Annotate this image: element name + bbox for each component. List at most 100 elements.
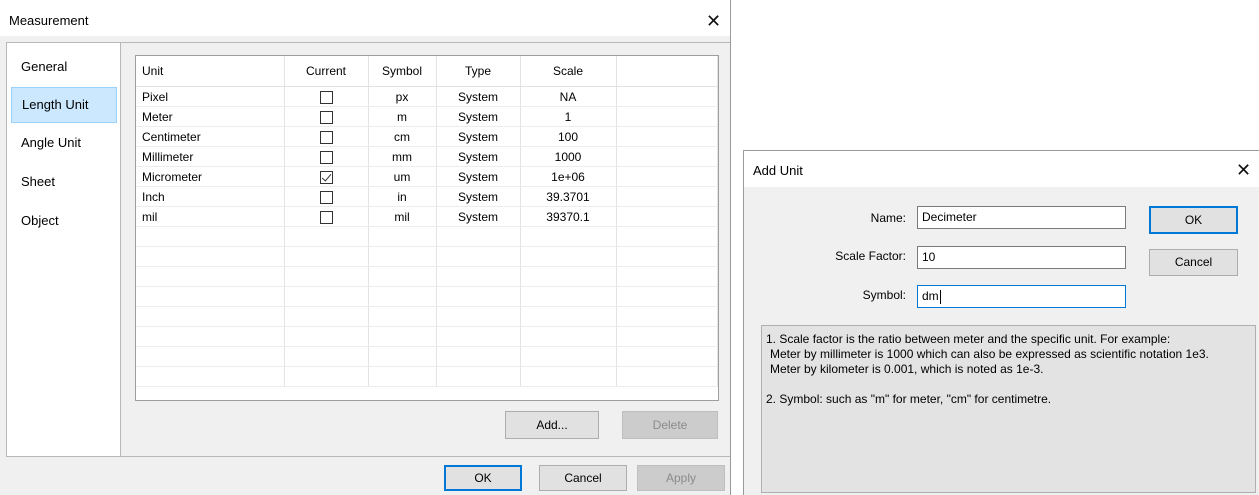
current-cell [284,86,369,107]
sidebar-item-label: General [21,59,68,74]
scale-cell: 1 [520,106,617,127]
empty-cell [520,326,617,347]
table-row[interactable] [136,226,718,247]
scale-cell: 39.3701 [520,186,617,207]
table-row[interactable] [136,346,718,367]
sidebar-item-length-unit[interactable]: Length Unit [11,87,117,123]
table-row[interactable]: Meter m System 1 [136,106,718,127]
scale-cell: 100 [520,126,617,147]
close-icon[interactable]: ✕ [706,12,721,30]
add-unit-button[interactable]: Add... [505,411,599,439]
table-row[interactable]: mil mil System 39370.1 [136,206,718,227]
empty-cell [136,246,285,267]
scale-cell: 1000 [520,146,617,167]
table-row[interactable]: Millimeter mm System 1000 [136,146,718,167]
current-checkbox[interactable] [319,210,333,224]
current-checkbox[interactable] [319,170,333,184]
empty-cell [436,226,521,247]
close-icon[interactable]: ✕ [1236,161,1251,179]
table-row[interactable]: Pixel px System NA [136,86,718,107]
unit-cell: Pixel [136,86,285,107]
empty-cell [284,326,369,347]
column-header-type[interactable]: Type [436,56,521,87]
name-field-value: Decimeter [922,210,977,224]
cancel-button[interactable]: Cancel [539,465,627,491]
empty-cell [284,226,369,247]
ok-button[interactable]: OK [444,465,522,491]
add-unit-title: Add Unit [753,163,803,178]
empty-cell [436,306,521,327]
table-row[interactable]: Micrometer um System 1e+06 [136,166,718,187]
current-checkbox[interactable] [319,90,333,104]
empty-cell [284,266,369,287]
column-header-unit[interactable]: Unit [136,56,285,87]
category-sidebar: General Length Unit Angle Unit Sheet Obj… [6,42,121,457]
sidebar-item-angle-unit[interactable]: Angle Unit [11,125,117,161]
type-cell: System [436,126,521,147]
filler-cell [616,166,718,187]
column-header-scale[interactable]: Scale [520,56,617,87]
add-unit-cancel-button[interactable]: Cancel [1149,249,1238,276]
empty-cell [436,266,521,287]
empty-cell [616,266,718,287]
symbol-cell: px [368,86,437,107]
scale-factor-label: Scale Factor: [835,249,906,263]
filler-cell [616,186,718,207]
text-caret [939,289,941,304]
scale-cell: 39370.1 [520,206,617,227]
empty-cell [136,366,285,387]
empty-cell [520,306,617,327]
sidebar-item-general[interactable]: General [11,49,117,85]
empty-cell [136,286,285,307]
empty-cell [284,286,369,307]
unit-cell: mil [136,206,285,227]
current-checkbox[interactable] [319,130,333,144]
table-row[interactable] [136,326,718,347]
table-row[interactable] [136,246,718,267]
table-row[interactable] [136,266,718,287]
filler-cell [616,106,718,127]
current-checkbox[interactable] [319,190,333,204]
empty-cell [436,246,521,267]
empty-cell [136,346,285,367]
type-cell: System [436,146,521,167]
empty-cell [616,366,718,387]
delete-unit-button[interactable]: Delete [622,411,718,439]
table-row[interactable]: Centimeter cm System 100 [136,126,718,147]
table-row[interactable] [136,366,718,387]
current-checkbox[interactable] [319,150,333,164]
sidebar-item-label: Sheet [21,174,55,189]
column-header-current[interactable]: Current [284,56,369,87]
empty-cell [616,246,718,267]
table-row[interactable]: Inch in System 39.3701 [136,186,718,207]
add-unit-titlebar: Add Unit ✕ [744,151,1259,187]
measurement-dialog: Measurement ✕ General Length Unit Angle … [0,0,731,495]
current-cell [284,186,369,207]
table-row[interactable] [136,306,718,327]
scale-factor-field[interactable]: 10 [917,246,1126,269]
empty-cell [520,226,617,247]
apply-button[interactable]: Apply [637,465,725,491]
column-header-symbol[interactable]: Symbol [368,56,437,87]
symbol-field[interactable]: dm [917,285,1126,308]
sidebar-item-sheet[interactable]: Sheet [11,164,117,200]
filler-cell [616,86,718,107]
name-label: Name: [870,211,906,225]
empty-cell [520,286,617,307]
empty-cell [368,266,437,287]
symbol-cell: cm [368,126,437,147]
add-unit-ok-button[interactable]: OK [1149,206,1238,234]
empty-cell [616,286,718,307]
unit-table[interactable]: Unit Current Symbol Type Scale Pixel px Sy… [135,55,719,401]
current-checkbox[interactable] [319,110,333,124]
symbol-field-value: dm [922,289,939,303]
empty-cell [368,226,437,247]
current-cell [284,206,369,227]
name-field[interactable]: Decimeter [917,206,1126,229]
empty-cell [520,366,617,387]
empty-cell [436,326,521,347]
empty-cell [284,246,369,267]
table-row[interactable] [136,286,718,307]
sidebar-item-object[interactable]: Object [11,203,117,239]
empty-cell [520,246,617,267]
